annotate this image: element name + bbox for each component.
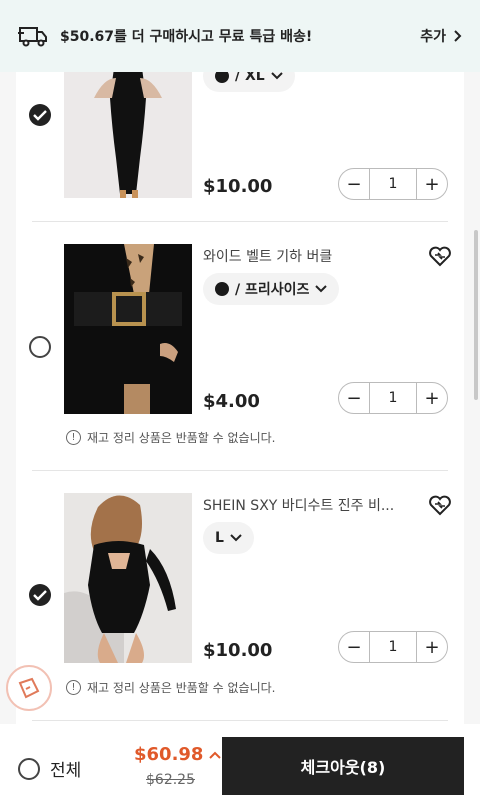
return-notice: ! 재고 정리 상품은 반품할 수 없습니다.: [66, 679, 276, 696]
increase-button[interactable]: +: [417, 637, 447, 658]
checkout-bar: 전체 $60.98 $62.25 체크아웃(8): [0, 724, 480, 811]
quantity-value[interactable]: 1: [369, 632, 417, 662]
decrease-button[interactable]: −: [339, 388, 369, 409]
chevron-down-icon: [270, 72, 283, 80]
divider: [32, 720, 448, 721]
variant-selector[interactable]: / 프리사이즈: [203, 273, 340, 305]
wishlist-heart-icon[interactable]: [428, 245, 452, 267]
product-photo-belt: [64, 244, 192, 414]
notice-text: 재고 정리 상품은 반품할 수 없습니다.: [87, 681, 276, 695]
chevron-right-icon: [454, 30, 462, 42]
info-icon: !: [66, 430, 81, 445]
chevron-up-icon: [209, 751, 222, 759]
quantity-value[interactable]: 1: [369, 169, 417, 199]
item-checkbox[interactable]: [29, 584, 51, 606]
check-icon: [33, 590, 47, 601]
chevron-down-icon: [230, 534, 242, 542]
variant-label: L: [215, 530, 224, 546]
item-price: $10.00: [203, 640, 273, 661]
truck-icon: [18, 27, 47, 47]
item-checkbox[interactable]: [29, 336, 51, 358]
quantity-stepper[interactable]: − 1 +: [338, 631, 448, 663]
decrease-button[interactable]: −: [339, 637, 369, 658]
add-more-link[interactable]: 추가: [420, 26, 462, 46]
coupon-tag-icon: [18, 677, 40, 699]
total-amount: $60.98: [134, 744, 204, 765]
wishlist-heart-icon[interactable]: [428, 494, 452, 516]
decrease-button[interactable]: −: [339, 174, 369, 195]
color-swatch: [215, 72, 229, 83]
floating-coupon-button[interactable]: [6, 665, 52, 711]
cart-item: SHEIN SXY 바디수트 진주 비... L $10.00 − 1 + ! …: [16, 471, 464, 724]
total-price[interactable]: $60.98: [134, 744, 222, 765]
color-swatch: [215, 282, 229, 296]
chevron-down-icon: [315, 285, 328, 293]
return-notice: ! 재고 정리 상품은 반품할 수 없습니다.: [66, 429, 276, 446]
increase-button[interactable]: +: [417, 174, 447, 195]
quantity-value[interactable]: 1: [369, 383, 417, 413]
free-shipping-banner[interactable]: $50.67를 더 구매하시고 무료 특급 배송! 추가: [0, 0, 480, 72]
quantity-stepper[interactable]: − 1 +: [338, 382, 448, 414]
product-title[interactable]: 와이드 벨트 기하 버클: [203, 246, 403, 266]
cart-item: 와이드 벨트 기하 버클 / 프리사이즈 $4.00 − 1 + ! 재고 정리…: [16, 222, 464, 470]
notice-text: 재고 정리 상품은 반품할 수 없습니다.: [87, 431, 276, 445]
item-checkbox[interactable]: [29, 104, 51, 126]
select-all-label: 전체: [50, 761, 82, 781]
quantity-stepper[interactable]: − 1 +: [338, 168, 448, 200]
banner-text: $50.67를 더 구매하시고 무료 특급 배송!: [60, 29, 313, 45]
product-photo-bodysuit: [64, 493, 192, 663]
product-photo-dress: [64, 72, 192, 198]
variant-selector[interactable]: L: [203, 522, 254, 554]
checkout-button[interactable]: 체크아웃(8): [222, 737, 464, 795]
original-price: $62.25: [146, 772, 195, 788]
select-all-radio[interactable]: [18, 757, 40, 780]
product-image[interactable]: [64, 244, 192, 414]
product-title[interactable]: SHEIN SXY 바디수트 진주 비...: [203, 495, 403, 515]
item-price: $4.00: [203, 391, 260, 412]
select-all[interactable]: 전체: [18, 756, 81, 781]
variant-label: / 프리사이즈: [235, 282, 310, 298]
add-more-label: 추가: [420, 29, 446, 45]
variant-selector[interactable]: / XL: [203, 72, 295, 92]
product-image[interactable]: [64, 72, 192, 198]
increase-button[interactable]: +: [417, 388, 447, 409]
cart-list[interactable]: / XL $10.00 − 1 + 와이드 벨트 기하 버클 / 프리사이즈 $…: [16, 72, 464, 724]
variant-label: / XL: [235, 72, 265, 84]
scrollbar[interactable]: [474, 230, 478, 400]
item-price: $10.00: [203, 176, 273, 197]
info-icon: !: [66, 680, 81, 695]
cart-item: / XL $10.00 − 1 +: [16, 72, 464, 222]
product-image[interactable]: [64, 493, 192, 663]
check-icon: [33, 110, 47, 121]
